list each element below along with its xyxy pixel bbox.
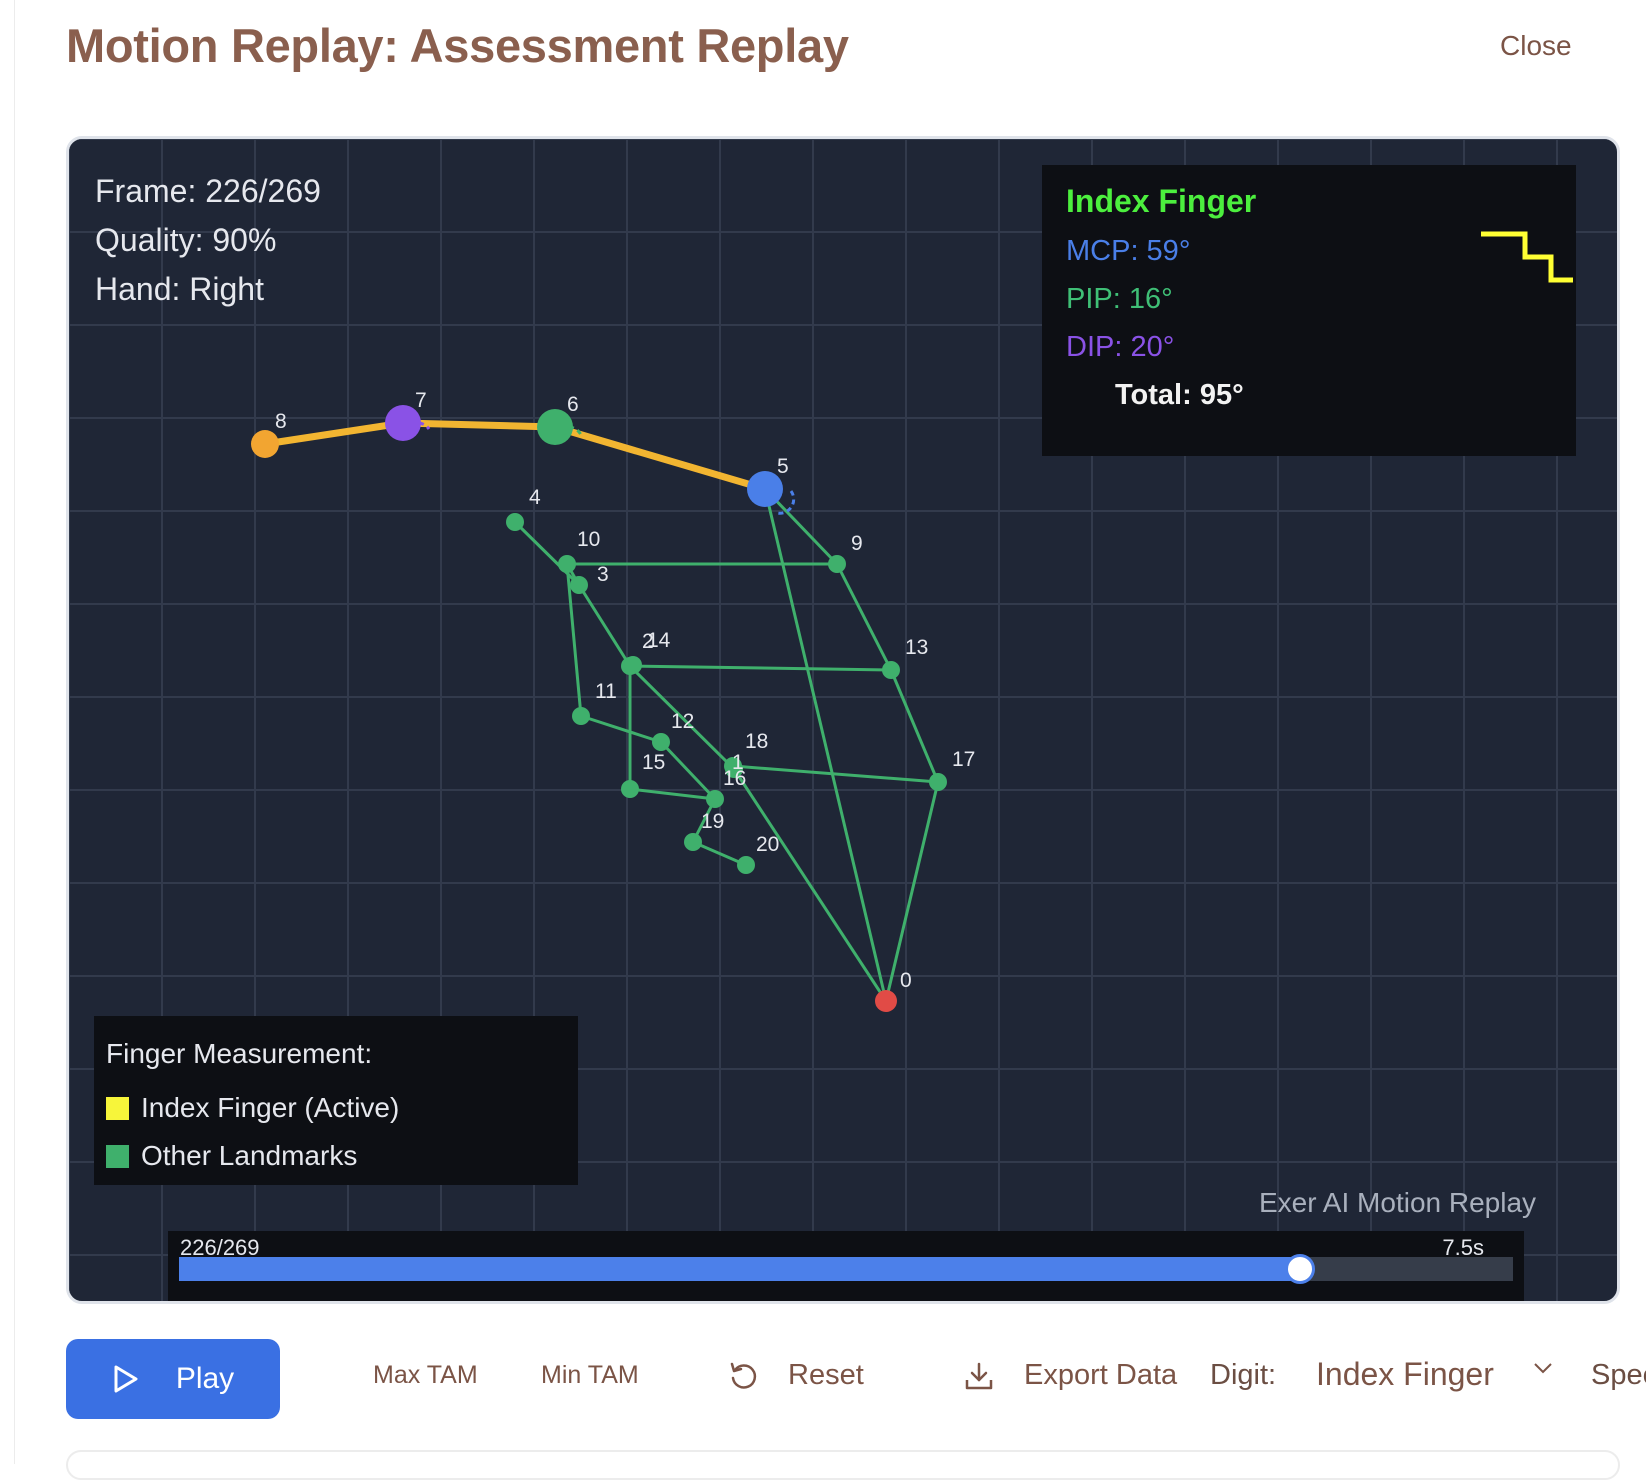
landmark-label-12: 12: [671, 710, 694, 733]
bone-line: [884, 781, 940, 1002]
landmark-4: [506, 513, 524, 531]
angle-step-icon: [1481, 231, 1573, 283]
legend-title: Finger Measurement:: [106, 1038, 373, 1069]
hand-readout: Hand: Right: [95, 271, 264, 307]
speed-label: Speed: [1591, 1359, 1646, 1391]
min-tam-button[interactable]: Min TAM: [541, 1361, 639, 1390]
close-button[interactable]: Close: [1500, 30, 1572, 62]
digit-select[interactable]: Index Finger: [1316, 1356, 1494, 1393]
legend-label-active: Index Finger (Active): [141, 1092, 400, 1123]
quality-readout: Quality: 90%: [95, 222, 277, 258]
timeline-track[interactable]: [179, 1254, 1513, 1284]
landmark-label-7: 7: [415, 389, 427, 412]
landmark-3: [570, 576, 588, 594]
legend-label-other: Other Landmarks: [141, 1140, 358, 1171]
bone-line: [577, 584, 632, 667]
landmark-label-16: 16: [723, 767, 746, 790]
timeline: 226/269 7.5s: [168, 1231, 1524, 1301]
legend-item-other: Other Landmarks: [106, 1140, 357, 1172]
export-data-label: Export Data: [1024, 1359, 1178, 1391]
landmark-label-20: 20: [756, 833, 779, 856]
next-panel: [66, 1450, 1620, 1480]
legend-item-active: Index Finger (Active): [106, 1092, 399, 1124]
watermark: Exer AI Motion Replay: [1259, 1187, 1537, 1218]
playback-controls: Play Max TAM Min TAM Reset Export Data D…: [0, 1339, 1646, 1419]
download-icon: [965, 1362, 993, 1389]
landmark-label-4: 4: [529, 486, 541, 509]
active-finger-name: Index Finger: [1066, 183, 1257, 219]
landmark-label-17: 17: [952, 748, 975, 771]
landmark-0: [875, 990, 897, 1012]
bone-line: [835, 563, 893, 671]
landmark-label-13: 13: [905, 636, 928, 659]
frame-info: Frame: 226/269 Quality: 90% Hand: Right: [95, 167, 321, 314]
timeline-scrubber-handle[interactable]: [1284, 1254, 1315, 1284]
max-tam-button[interactable]: Max TAM: [373, 1361, 478, 1390]
landmark-label-3: 3: [597, 563, 609, 586]
bone-line: [889, 669, 940, 783]
bone-line: [629, 664, 892, 672]
play-label: Play: [175, 1362, 235, 1395]
landmark-label-15: 15: [642, 751, 665, 774]
landmark-20: [737, 856, 755, 874]
page-title: Motion Replay: Assessment Replay: [66, 19, 849, 72]
landmark-14: [624, 656, 642, 674]
landmark-8: [251, 430, 279, 458]
replay-canvas[interactable]: 0 1 2 3 4 5 6 7 8 9 10 11 12 13 14 15 16 17 18 19 20 Frame: …: [66, 136, 1620, 1304]
page-edge: [14, 0, 15, 1464]
export-data-button[interactable]: Export Data: [964, 1359, 1177, 1392]
landmark-label-14: 14: [647, 629, 671, 652]
landmark-label-0: 0: [900, 969, 912, 992]
angle-panel: Index Finger MCP: 59° PIP: 16° DIP: 20° …: [1042, 165, 1576, 456]
landmark-label-10: 10: [577, 528, 600, 551]
digit-label: Digit:: [1210, 1359, 1277, 1391]
legend-swatch-other: [106, 1144, 129, 1168]
landmark-16: [706, 790, 724, 808]
reset-label: Reset: [788, 1359, 864, 1391]
timeline-progress: [179, 1257, 1300, 1281]
landmark-label-9: 9: [851, 532, 863, 555]
landmark-label-8: 8: [275, 410, 287, 433]
dip-angle: DIP: 20°: [1066, 331, 1175, 363]
landmark-12: [652, 733, 670, 751]
chevron-down-icon[interactable]: [1532, 1361, 1554, 1375]
legend-swatch-active: [106, 1096, 129, 1120]
mcp-angle: MCP: 59°: [1066, 235, 1191, 267]
landmark-15: [621, 780, 639, 798]
frame-counter: Frame: 226/269: [95, 173, 321, 209]
bone-line: [580, 714, 662, 744]
landmark-13: [882, 661, 900, 679]
landmark-label-19: 19: [701, 810, 724, 833]
landmark-label-11: 11: [595, 680, 617, 703]
landmark-19: [684, 833, 702, 851]
bone-line: [732, 764, 939, 784]
play-icon: [114, 1365, 138, 1393]
landmark-label-6: 6: [567, 393, 579, 416]
bone-line: [732, 768, 888, 1002]
play-button[interactable]: Play: [66, 1339, 280, 1419]
pip-angle: PIP: 16°: [1066, 283, 1173, 315]
landmark-label-18: 18: [745, 730, 768, 753]
landmark-11: [572, 707, 590, 725]
reset-icon: [730, 1362, 757, 1389]
finger-legend: Finger Measurement: Index Finger (Active…: [94, 1016, 578, 1185]
reset-button[interactable]: Reset: [728, 1359, 864, 1392]
landmark-label-5: 5: [777, 455, 789, 478]
bone-line: [763, 488, 888, 1002]
landmark-17: [929, 773, 947, 791]
total-angle: Total: 95°: [1115, 379, 1244, 411]
landmark-10: [558, 555, 576, 573]
index-finger-path: [261, 419, 769, 493]
landmark-9: [828, 555, 846, 573]
